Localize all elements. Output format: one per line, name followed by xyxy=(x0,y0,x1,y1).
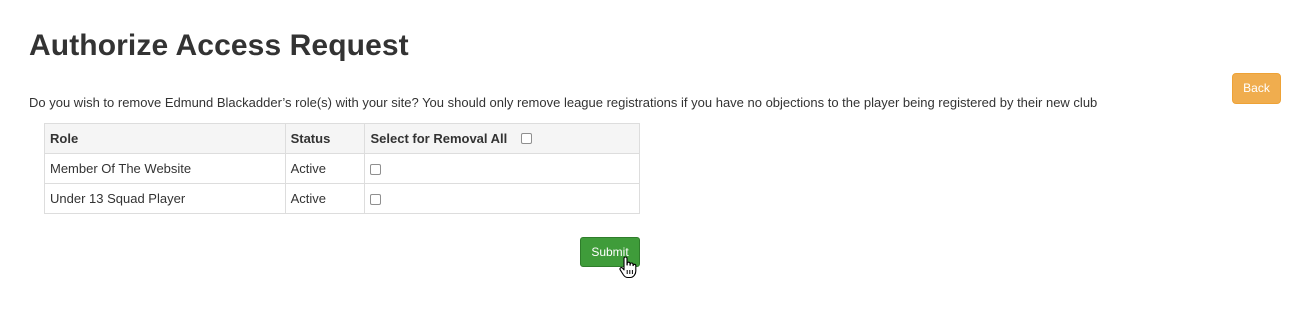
status-header-label: Status xyxy=(290,131,331,146)
select-column-header: Select for Removal All xyxy=(364,123,640,154)
status-cell: Active xyxy=(284,153,366,184)
roles-table: Role Status Select for Removal All Membe… xyxy=(44,123,640,214)
removal-message: Do you wish to remove Edmund Blackadder’… xyxy=(29,95,1098,110)
hand-pointer-icon xyxy=(619,256,637,279)
status-cell: Active xyxy=(284,183,366,214)
select-cell xyxy=(364,183,640,214)
select-cell xyxy=(364,153,640,184)
role-cell: Under 13 Squad Player xyxy=(44,183,286,214)
role-column-header: Role xyxy=(44,123,286,154)
table-row: Under 13 Squad Player Active xyxy=(44,183,640,214)
table-row: Member Of The Website Active xyxy=(44,153,640,184)
removal-checkbox[interactable] xyxy=(370,164,382,176)
select-all-checkbox[interactable] xyxy=(521,133,533,145)
page-title: Authorize Access Request xyxy=(29,29,409,62)
select-all-label: Select for Removal All xyxy=(370,131,508,146)
authorize-access-page: Authorize Access Request Back Do you wis… xyxy=(0,0,1311,318)
table-header-row: Role Status Select for Removal All xyxy=(44,123,640,154)
back-button[interactable]: Back xyxy=(1232,73,1281,104)
role-header-label: Role xyxy=(50,131,79,146)
removal-checkbox[interactable] xyxy=(370,194,382,206)
status-column-header: Status xyxy=(284,123,366,154)
role-cell: Member Of The Website xyxy=(44,153,286,184)
